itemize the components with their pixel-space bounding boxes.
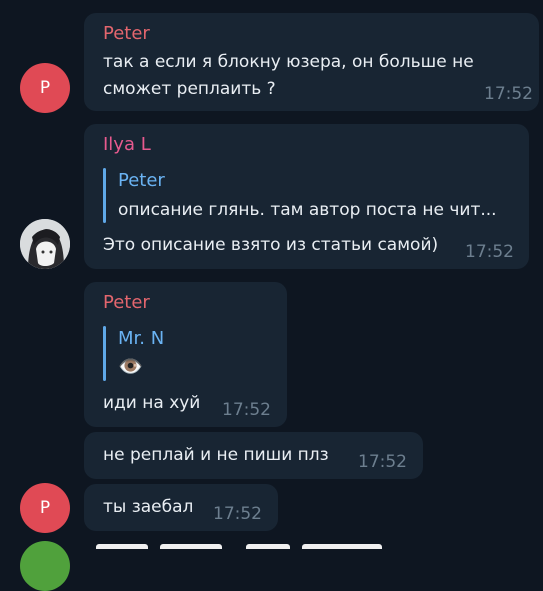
message-bubble-2[interactable]: Ilya L Peter описание глянь. там автор п… — [84, 124, 529, 269]
eye-icon[interactable]: 👁️ — [118, 354, 143, 378]
sender-name[interactable]: Ilya L — [103, 134, 151, 155]
reply-preview-text[interactable]: описание глянь. там автор поста не чит..… — [118, 200, 497, 220]
sticker-preview[interactable] — [96, 544, 396, 549]
message-time: 17:52 — [358, 452, 407, 472]
avatar-peter[interactable]: P — [20, 63, 70, 113]
message-text-line-1: так а если я блокну юзера, он больше не — [103, 52, 474, 72]
message-text: Это описание взято из статьи самой) — [103, 235, 439, 255]
message-text-line-2: сможет реплаить ? — [103, 79, 276, 99]
message-text: иди на хуй — [103, 393, 201, 413]
avatar-ilya[interactable] — [20, 219, 70, 269]
reply-sender-name[interactable]: Peter — [118, 170, 165, 191]
message-bubble-3[interactable]: Peter Mr. N 👁️ иди на хуй 17:52 — [84, 282, 287, 427]
reply-quote-bar — [103, 168, 106, 223]
sender-name[interactable]: Peter — [103, 23, 150, 44]
avatar-initial: P — [39, 78, 51, 98]
message-bubble-5[interactable]: ты заебал 17:52 — [84, 484, 278, 531]
message-time: 17:52 — [484, 84, 533, 104]
reply-sender-name[interactable]: Mr. N — [118, 328, 164, 349]
message-bubble-4[interactable]: не реплай и не пиши плз 17:52 — [84, 432, 423, 479]
message-text: ты заебал — [103, 497, 194, 517]
avatar-peter[interactable]: P — [20, 483, 70, 533]
message-time: 17:52 — [213, 504, 262, 524]
avatar-initial: P — [39, 498, 51, 518]
message-bubble-1[interactable]: Peter так а если я блокну юзера, он боль… — [84, 13, 539, 111]
message-text: не реплай и не пиши плз — [103, 445, 329, 465]
sender-name[interactable]: Peter — [103, 292, 150, 313]
reply-quote-bar — [103, 326, 106, 381]
anime-avatar-icon — [20, 219, 70, 269]
message-time: 17:52 — [222, 400, 271, 420]
message-time: 17:52 — [465, 242, 514, 262]
